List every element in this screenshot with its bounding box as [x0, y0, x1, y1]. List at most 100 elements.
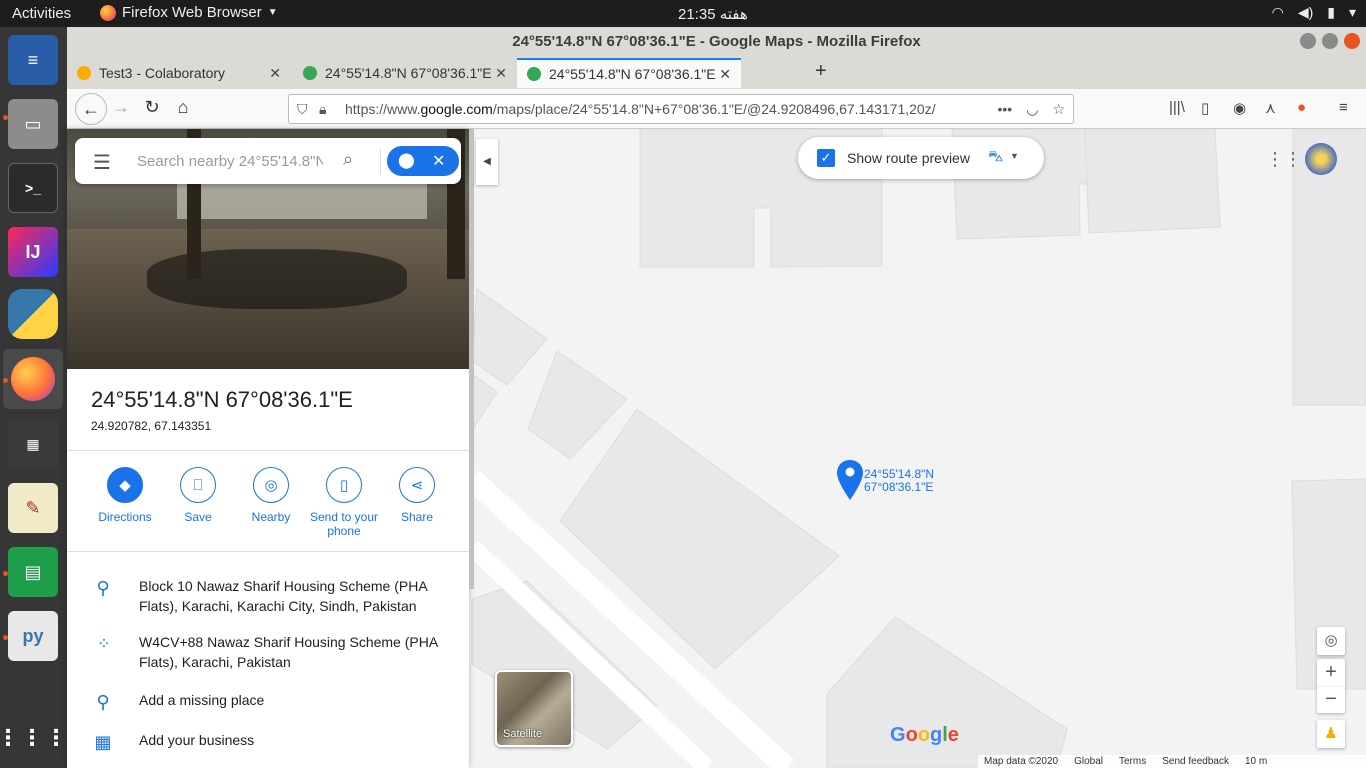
forward-button[interactable]: → [109, 97, 133, 118]
place-title: 24°55'14.8"N 67°08'36.1"E [91, 387, 353, 412]
directions-icon: ◆ [107, 467, 143, 503]
chevron-down-icon: ▾ [1348, 4, 1356, 20]
window-titlebar: 24°55'14.8"N 67°08'36.1"E - Google Maps … [67, 27, 1366, 56]
global-link[interactable]: Global [1074, 755, 1103, 768]
show-applications-icon[interactable]: ⋮⋮⋮ [0, 713, 67, 763]
page-actions-icon[interactable]: ••• [998, 95, 1013, 123]
maps-pin-icon [527, 67, 541, 81]
nearby-button[interactable]: ◎ Nearby [233, 467, 309, 524]
add-location-icon: ⚲ [96, 692, 110, 712]
sidebar-icon[interactable]: ▯ [1201, 99, 1209, 117]
close-icon[interactable]: ✕ [432, 151, 445, 171]
divider [67, 450, 469, 451]
search-input[interactable] [137, 150, 323, 172]
extension-2-icon[interactable]: ● [1297, 99, 1306, 116]
collapse-panel-button[interactable]: ◀ [476, 139, 498, 185]
action-label: Send to your phone [309, 510, 379, 538]
url-bar[interactable]: ⛉ 🔒︎ https://www.google.com/maps/place/2… [288, 94, 1074, 124]
marker-line2: 67°08'36.1"E [864, 480, 934, 494]
add-business-icon: ▦ [94, 732, 112, 752]
action-label: Nearby [251, 510, 291, 524]
close-tab-icon[interactable]: ✕ [269, 65, 281, 82]
account-icon[interactable]: ◉ [1233, 99, 1246, 117]
share-button[interactable]: ⋖ Share [379, 467, 455, 524]
checkbox-checked-icon[interactable]: ✓ [817, 149, 835, 167]
window-title: 24°55'14.8"N 67°08'36.1"E - Google Maps … [512, 33, 921, 50]
add-business-row[interactable]: ▦ Add your business [67, 730, 469, 754]
place-coordinates[interactable]: 24.920782, 67.143351 [91, 419, 211, 433]
building [559, 408, 840, 670]
place-chip[interactable]: ⬤ ✕ [387, 146, 459, 176]
firefox-dock-icon[interactable] [3, 349, 63, 409]
scale-indicator[interactable]: 10 m [1245, 755, 1267, 768]
activities-button[interactable]: Activities [12, 5, 71, 22]
car-icon: ⛍ [988, 148, 1004, 165]
divider [67, 551, 469, 552]
calculator-icon[interactable]: ▦ [8, 419, 58, 469]
python-icon[interactable] [8, 289, 58, 339]
plus-code-icon: ⁘ [97, 636, 110, 653]
home-button[interactable]: ⌂ [171, 97, 195, 118]
terms-link[interactable]: Terms [1119, 755, 1146, 768]
library-icon[interactable]: |||\ [1169, 99, 1185, 116]
close-window-button[interactable] [1344, 33, 1360, 49]
satellite-layer-toggle[interactable]: Satellite [495, 670, 573, 747]
close-tab-icon[interactable]: ✕ [491, 64, 507, 82]
send-feedback-link[interactable]: Send feedback [1162, 755, 1229, 768]
tab-maps-active[interactable]: 24°55'14.8"N 67°08'36.1"E ✕ [517, 58, 741, 88]
writer-icon[interactable]: ≡ [8, 35, 58, 85]
address-row[interactable]: ⚲ Block 10 Nawaz Sharif Housing Scheme (… [67, 576, 469, 618]
text-editor-icon[interactable]: ✎ [8, 483, 58, 533]
add-missing-place-row[interactable]: ⚲ Add a missing place [67, 690, 469, 714]
send-to-phone-button[interactable]: ▯ Send to your phone [306, 467, 382, 538]
avatar[interactable] [1305, 143, 1337, 175]
zoom-out-button[interactable]: − [1317, 686, 1345, 713]
plus-code-row[interactable]: ⁘ W4CV+88 Nawaz Sharif Housing Scheme (P… [67, 632, 469, 674]
reload-button[interactable]: ↻ [140, 97, 164, 118]
location-marker-icon[interactable] [836, 458, 864, 502]
bookmark-star-icon[interactable]: ☆ [1052, 95, 1065, 123]
new-tab-button[interactable]: + [815, 60, 827, 83]
pocket-icon[interactable]: ◡ [1026, 95, 1038, 123]
back-button[interactable]: ← [75, 93, 107, 125]
divider [380, 148, 381, 174]
hamburger-menu-icon[interactable]: ≡ [1339, 99, 1348, 116]
minimize-button[interactable] [1300, 33, 1316, 49]
map-footer: Map data ©2020 Global Terms Send feedbac… [978, 755, 1366, 768]
chevron-down-icon[interactable]: ▼ [1010, 151, 1019, 161]
save-button[interactable]: ⎕ Save [160, 467, 236, 524]
tab-colab[interactable]: Test3 - Colaboratory ✕ [67, 58, 291, 88]
maximize-button[interactable] [1322, 33, 1338, 49]
terminal-icon[interactable]: >_ [8, 163, 58, 213]
directions-button[interactable]: ◆ Directions [87, 467, 163, 524]
zoom-in-button[interactable]: + [1317, 659, 1345, 686]
action-label: Save [184, 510, 212, 524]
url-path: /maps/place/24°55'14.8"N+67°08'36.1"E/@2… [492, 101, 936, 117]
plus-code-text: W4CV+88 Nawaz Sharif Housing Scheme (PHA… [139, 634, 438, 670]
route-preview-label: Show route preview [847, 150, 970, 166]
extension-icon[interactable]: ⋏ [1265, 99, 1276, 117]
url-prefix: https://www. [345, 101, 421, 117]
action-label: Directions [98, 510, 152, 524]
panel-scrollbar[interactable] [469, 129, 474, 589]
street-view-pegman[interactable]: ♟ [1317, 720, 1345, 748]
route-preview-chip[interactable]: ✓ Show route preview ⛍ ▼ [798, 137, 1044, 179]
share-icon: ⋖ [399, 467, 435, 503]
my-location-button[interactable]: ◎ [1317, 627, 1345, 655]
python-file-icon[interactable]: py [8, 611, 58, 661]
system-tray[interactable]: ◠ ◀) ▮ ▾ [1272, 4, 1356, 21]
application-dock: ≡ ▭ >_ IJ ▦ ✎ ▤ py ⋮⋮⋮ [0, 27, 67, 768]
phone-icon: ▯ [326, 467, 362, 503]
close-tab-icon[interactable]: ✕ [715, 65, 731, 83]
address-text: Block 10 Nawaz Sharif Housing Scheme (PH… [139, 578, 427, 614]
search-icon[interactable]: ⌕ [343, 149, 353, 170]
calc-spreadsheet-icon[interactable]: ▤ [8, 547, 58, 597]
files-icon[interactable]: ▭ [8, 99, 58, 149]
app-menu[interactable]: Firefox Web Browser ▼ [100, 4, 278, 21]
nearby-icon: ◎ [253, 467, 289, 503]
clock[interactable]: 21:35 هفته [678, 5, 748, 23]
tab-maps-1[interactable]: 24°55'14.8"N 67°08'36.1"E ✕ [293, 58, 517, 88]
intellij-icon[interactable]: IJ [8, 227, 58, 277]
menu-icon[interactable]: ☰ [93, 150, 111, 175]
app-name-label: Firefox Web Browser [122, 4, 262, 21]
